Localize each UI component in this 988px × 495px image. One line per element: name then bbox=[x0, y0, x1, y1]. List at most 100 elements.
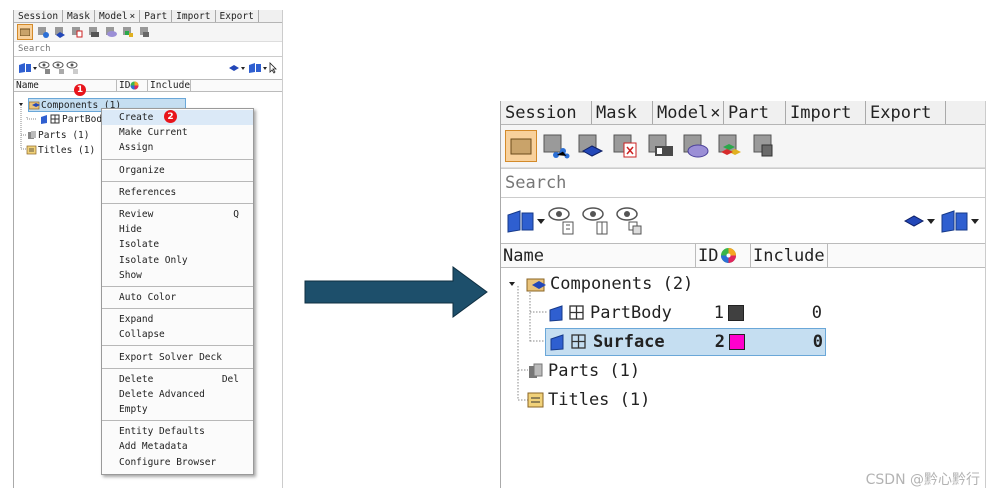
tab-model[interactable]: Model × bbox=[653, 101, 724, 124]
menu-item-make-current[interactable]: Make Current bbox=[102, 125, 253, 140]
color-swatch[interactable] bbox=[728, 305, 744, 321]
folder-tool-button[interactable] bbox=[505, 130, 537, 162]
tab-part[interactable]: Part bbox=[140, 10, 173, 22]
title-icon bbox=[26, 145, 37, 155]
menu-item-review[interactable]: Review Q bbox=[102, 207, 253, 222]
entity-tool-button[interactable] bbox=[540, 131, 572, 161]
search-input[interactable]: Search bbox=[14, 42, 282, 57]
view-toolbar bbox=[501, 198, 985, 243]
menu-item-export-solver-deck[interactable]: Export Solver Deck bbox=[102, 349, 253, 364]
part-icon bbox=[529, 363, 543, 378]
menu-item-configure-browser[interactable]: Configure Browser bbox=[102, 455, 253, 470]
column-name[interactable]: Name bbox=[14, 80, 117, 91]
tab-import[interactable]: Import bbox=[172, 10, 216, 22]
show-icon[interactable] bbox=[547, 206, 581, 236]
menu-item-auto-color[interactable]: Auto Color bbox=[102, 290, 253, 305]
menu-item-create[interactable]: Create bbox=[102, 110, 253, 126]
menu-item-isolate[interactable]: Isolate bbox=[102, 237, 253, 252]
view-mode-icon[interactable] bbox=[248, 62, 268, 74]
close-icon[interactable]: × bbox=[130, 11, 136, 22]
menu-item-isolate-only[interactable]: Isolate Only bbox=[102, 253, 253, 268]
material-tool-button[interactable] bbox=[610, 131, 642, 161]
menu-separator bbox=[102, 308, 253, 310]
tree-item-parts[interactable]: Parts (1) bbox=[26, 129, 89, 141]
toolbar bbox=[501, 125, 985, 168]
menu-item-entity-defaults[interactable]: Entity Defaults bbox=[102, 424, 253, 439]
material-tool-button[interactable] bbox=[70, 25, 84, 39]
assembly-tool-button[interactable] bbox=[121, 25, 135, 39]
tab-session[interactable]: Session bbox=[14, 10, 64, 22]
tree-item-titles[interactable]: Titles (1) bbox=[526, 389, 650, 411]
menu-item-collapse[interactable]: Collapse bbox=[102, 327, 253, 342]
color-swatch[interactable] bbox=[729, 334, 745, 350]
layer-tool-button[interactable] bbox=[750, 131, 782, 161]
tree-item-surface[interactable]: Surface 2 0 bbox=[545, 328, 826, 356]
tree-item-parts[interactable]: Parts (1) bbox=[526, 360, 640, 382]
tree-item-components[interactable]: Components (2) bbox=[526, 273, 693, 295]
show-icon[interactable] bbox=[38, 61, 52, 75]
hide-icon[interactable] bbox=[615, 206, 649, 236]
color-wheel-icon bbox=[721, 248, 737, 263]
menu-item-organize[interactable]: Organize bbox=[102, 163, 253, 178]
mesh-tool-button[interactable] bbox=[680, 131, 712, 161]
property-tool-button[interactable] bbox=[87, 25, 101, 39]
component-tool-button[interactable] bbox=[53, 25, 67, 39]
property-tool-button[interactable] bbox=[645, 131, 677, 161]
transition-arrow bbox=[304, 266, 488, 318]
menu-item-references[interactable]: References bbox=[102, 185, 253, 200]
tool-icon bbox=[613, 134, 637, 158]
folder-tool-button[interactable] bbox=[17, 24, 33, 40]
column-header: Name ID Include bbox=[501, 243, 985, 268]
tool-icon bbox=[55, 27, 65, 38]
column-include[interactable]: Include bbox=[751, 244, 828, 267]
tree-item-partbody[interactable]: PartBody 1 0 bbox=[548, 302, 824, 324]
menu-item-expand[interactable]: Expand bbox=[102, 312, 253, 327]
tree-item-label: Titles (1) bbox=[38, 144, 96, 156]
display-mode-icon[interactable] bbox=[903, 210, 939, 232]
menu-item-assign[interactable]: Assign bbox=[102, 140, 253, 155]
cursor-icon[interactable] bbox=[268, 62, 278, 74]
tree-item-partbody[interactable]: PartBod bbox=[40, 113, 102, 125]
tree-item-label: Parts (1) bbox=[38, 129, 90, 141]
search-input[interactable]: Search bbox=[501, 168, 985, 198]
tab-import[interactable]: Import bbox=[786, 101, 866, 124]
display-mode-icon[interactable] bbox=[228, 62, 248, 74]
column-id[interactable]: ID bbox=[696, 244, 751, 267]
hide-icon[interactable] bbox=[66, 61, 80, 75]
menu-item-add-metadata[interactable]: Add Metadata bbox=[102, 439, 253, 454]
tab-session[interactable]: Session bbox=[501, 101, 592, 124]
column-name[interactable]: Name bbox=[501, 244, 696, 267]
tab-mask[interactable]: Mask bbox=[592, 101, 653, 124]
color-wheel-icon bbox=[130, 81, 139, 90]
tool-icon bbox=[683, 134, 709, 158]
tool-icon bbox=[578, 134, 604, 157]
isolate-icon[interactable] bbox=[52, 61, 66, 75]
tool-icon bbox=[38, 27, 49, 38]
isolate-icon[interactable] bbox=[581, 206, 615, 236]
tab-model[interactable]: Model × bbox=[95, 10, 141, 22]
tree-item-titles[interactable]: Titles (1) bbox=[26, 144, 95, 156]
view-mode-icon[interactable] bbox=[505, 208, 547, 234]
mesh-tool-button[interactable] bbox=[104, 25, 118, 39]
menu-item-delete-advanced[interactable]: Delete Advanced bbox=[102, 387, 253, 402]
menu-item-delete[interactable]: Delete Del bbox=[102, 372, 253, 387]
menu-item-empty[interactable]: Empty bbox=[102, 402, 253, 417]
close-icon[interactable]: × bbox=[710, 103, 720, 123]
view-mode-icon[interactable] bbox=[939, 208, 981, 234]
tab-export[interactable]: Export bbox=[866, 101, 946, 124]
title-icon bbox=[527, 392, 544, 408]
tree-item-label: Components (2) bbox=[550, 274, 694, 294]
tab-mask[interactable]: Mask bbox=[63, 10, 95, 22]
view-mode-icon[interactable] bbox=[18, 62, 38, 74]
column-id[interactable]: ID bbox=[117, 80, 148, 91]
entity-tool-button[interactable] bbox=[36, 25, 50, 39]
tab-part[interactable]: Part bbox=[724, 101, 786, 124]
component-tool-button[interactable] bbox=[575, 131, 607, 161]
menu-item-hide[interactable]: Hide bbox=[102, 222, 253, 237]
watermark: CSDN @黔心黔行 bbox=[865, 472, 980, 488]
column-include[interactable]: Include bbox=[148, 80, 191, 91]
tab-export[interactable]: Export bbox=[216, 10, 259, 22]
layer-tool-button[interactable] bbox=[138, 25, 152, 39]
menu-item-show[interactable]: Show bbox=[102, 268, 253, 283]
assembly-tool-button[interactable] bbox=[715, 131, 747, 161]
